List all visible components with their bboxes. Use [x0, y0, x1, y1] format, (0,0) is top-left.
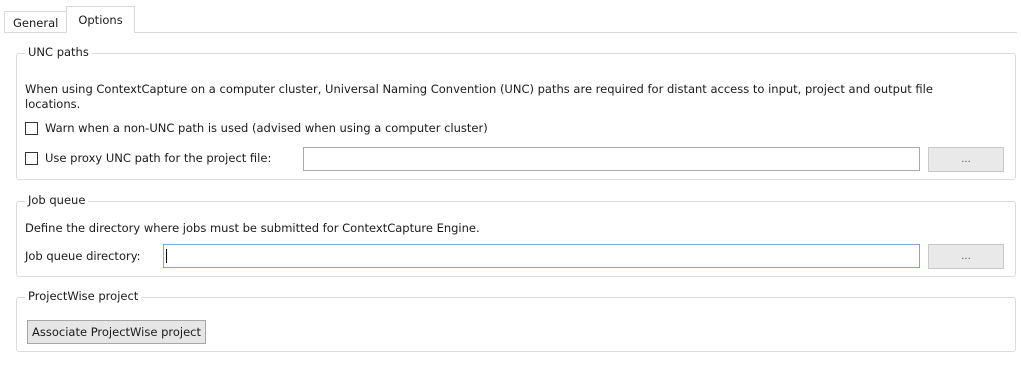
projectwise-title: ProjectWise project — [25, 289, 142, 303]
proxy-browse-label: ... — [961, 154, 971, 165]
proxy-unc-path-input[interactable] — [303, 147, 920, 171]
tab-options-label: Options — [78, 13, 123, 27]
tab-general-label: General — [13, 15, 59, 30]
associate-projectwise-label: Associate ProjectWise project — [32, 325, 201, 339]
job-queue-description: Define the directory where jobs must be … — [25, 221, 480, 235]
unc-description-line1: When using ContextCapture on a computer … — [25, 82, 933, 96]
associate-projectwise-button[interactable]: Associate ProjectWise project — [27, 320, 206, 344]
proxy-unc-checkbox[interactable] — [25, 152, 38, 165]
job-queue-group: Job queue Define the directory where job… — [16, 193, 1016, 277]
projectwise-group: ProjectWise project Associate ProjectWis… — [16, 289, 1016, 352]
warn-non-unc-checkbox[interactable] — [25, 122, 38, 135]
warn-non-unc-label: Warn when a non-UNC path is used (advise… — [45, 121, 488, 135]
text-caret — [166, 249, 167, 263]
proxy-unc-label: Use proxy UNC path for the project file: — [45, 151, 272, 165]
job-queue-directory-input[interactable] — [163, 244, 920, 268]
job-queue-browse-label: ... — [961, 251, 971, 262]
unc-paths-title: UNC paths — [25, 45, 92, 59]
job-queue-title: Job queue — [25, 193, 89, 207]
proxy-unc-browse-button[interactable]: ... — [928, 147, 1004, 172]
tab-general[interactable]: General — [4, 11, 68, 33]
job-queue-directory-label: Job queue directory: — [25, 249, 141, 263]
tab-divider — [4, 32, 1017, 33]
job-queue-browse-button[interactable]: ... — [928, 244, 1004, 269]
options-dialog: General Options UNC paths When using Con… — [0, 0, 1021, 381]
unc-description-line2: locations. — [25, 97, 81, 111]
unc-paths-group: UNC paths When using ContextCapture on a… — [16, 45, 1016, 180]
tab-bar: General Options — [4, 6, 135, 33]
tab-options[interactable]: Options — [66, 6, 135, 33]
